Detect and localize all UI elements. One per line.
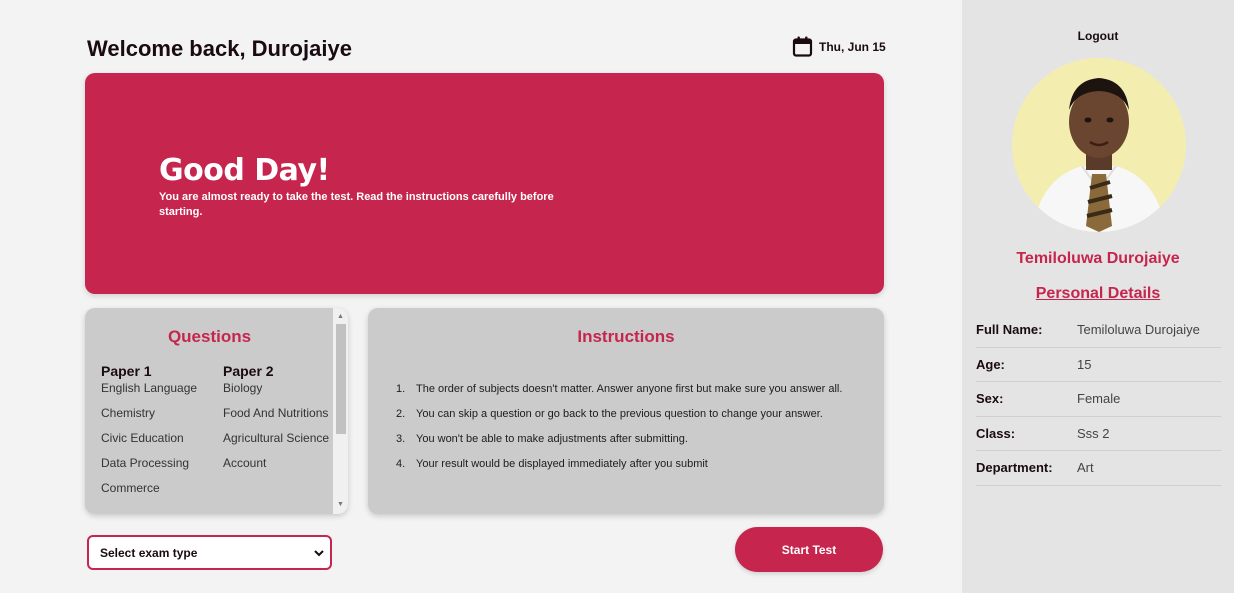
paper-heading: Paper 1 bbox=[101, 363, 152, 379]
detail-value: Sss 2 bbox=[1077, 425, 1110, 441]
instruction-text: The order of subjects doesn't matter. An… bbox=[416, 383, 843, 395]
banner-subtitle: You are almost ready to take the test. R… bbox=[159, 191, 554, 218]
instructions-panel: Instructions 1. The order of subjects doe… bbox=[368, 308, 884, 514]
calendar-icon bbox=[792, 36, 813, 57]
detail-key: Sex: bbox=[976, 391, 1004, 407]
detail-key: Age: bbox=[976, 356, 1005, 372]
detail-row: Full Name: Temiloluwa Durojaiye bbox=[976, 313, 1221, 348]
paper-1-column: Paper 1 English Language Chemistry Civic… bbox=[101, 363, 211, 506]
avatar bbox=[1012, 58, 1186, 232]
exam-type-value: Select exam type bbox=[100, 545, 198, 560]
subject-item: Chemistry bbox=[101, 406, 156, 420]
detail-key: Class: bbox=[976, 425, 1016, 441]
date-display: Thu, Jun 15 bbox=[792, 36, 886, 57]
subject-item: Commerce bbox=[101, 481, 160, 495]
detail-key: Full Name: bbox=[976, 322, 1043, 338]
detail-value: 15 bbox=[1077, 356, 1092, 372]
instructions-list: 1. The order of subjects doesn't matter. … bbox=[396, 382, 858, 482]
detail-key: Department: bbox=[976, 460, 1053, 476]
instruction-item: 3. You won't be able to make adjustments … bbox=[396, 433, 688, 445]
detail-value: Female bbox=[1077, 391, 1121, 407]
questions-scrollbar[interactable]: ▲ ▼ bbox=[333, 308, 348, 514]
instruction-text: You won't be able to make adjustments af… bbox=[416, 433, 688, 445]
subject-item: Agricultural Science bbox=[223, 431, 330, 445]
exam-type-select[interactable]: Select exam type bbox=[87, 535, 332, 570]
detail-value: Temiloluwa Durojaiye bbox=[1077, 322, 1200, 338]
personal-details-table: Full Name: Temiloluwa Durojaiye Age: 15 … bbox=[976, 313, 1221, 486]
subject-list: Biology Food And Nutritions Agricultural… bbox=[223, 381, 333, 471]
arrow-down-icon[interactable]: ▼ bbox=[333, 498, 348, 512]
instructions-title: Instructions bbox=[577, 327, 675, 346]
detail-row: Class: Sss 2 bbox=[976, 417, 1221, 451]
profile-sidebar: Logout Temiloluwa Durojaiye Personal Det… bbox=[962, 0, 1234, 593]
date-text: Thu, Jun 15 bbox=[819, 39, 886, 54]
student-name: Temiloluwa Durojaiye bbox=[1016, 250, 1180, 267]
instruction-text: You can skip a question or go back to th… bbox=[416, 408, 823, 420]
chevron-down-icon bbox=[314, 546, 324, 560]
welcome-heading: Welcome back, Durojaiye bbox=[87, 36, 352, 61]
instruction-text: Your result would be displayed immediate… bbox=[416, 458, 708, 470]
instruction-item: 2. You can skip a question or go back to … bbox=[396, 408, 823, 420]
paper-heading: Paper 2 bbox=[223, 363, 274, 379]
questions-title: Questions bbox=[167, 327, 252, 346]
greeting-banner: Good Day! You are almost ready to take t… bbox=[85, 73, 884, 294]
personal-details-link[interactable]: Personal Details bbox=[962, 285, 1234, 303]
detail-row: Sex: Female bbox=[976, 382, 1221, 417]
subject-item: Biology bbox=[223, 381, 263, 395]
subject-item: Civic Education bbox=[101, 431, 184, 445]
detail-row: Age: 15 bbox=[976, 348, 1221, 382]
logout-link[interactable]: Logout bbox=[962, 29, 1234, 43]
subject-list: English Language Chemistry Civic Educati… bbox=[101, 381, 211, 496]
instruction-item: 4. Your result would be displayed immedia… bbox=[396, 458, 708, 470]
start-test-button[interactable]: Start Test bbox=[735, 527, 883, 572]
detail-row: Department: Art bbox=[976, 451, 1221, 486]
subject-item: English Language bbox=[101, 381, 198, 395]
paper-2-column: Paper 2 Biology Food And Nutritions Agri… bbox=[223, 363, 333, 481]
main-content: Welcome back, Durojaiye Thu, Jun 15 Good… bbox=[0, 0, 962, 593]
subject-item: Account bbox=[223, 456, 267, 470]
arrow-up-icon[interactable]: ▲ bbox=[333, 310, 348, 324]
start-test-label: Start Test bbox=[781, 542, 837, 557]
instruction-item: 1. The order of subjects doesn't matter. … bbox=[396, 383, 843, 395]
subject-item: Data Processing bbox=[101, 456, 190, 470]
detail-value: Art bbox=[1077, 460, 1094, 476]
scroll-thumb[interactable] bbox=[336, 324, 346, 434]
banner-title: Good Day! bbox=[159, 153, 330, 188]
subject-item: Food And Nutritions bbox=[223, 406, 329, 420]
questions-panel: Questions Paper 1 English Language Chemi… bbox=[85, 308, 348, 514]
